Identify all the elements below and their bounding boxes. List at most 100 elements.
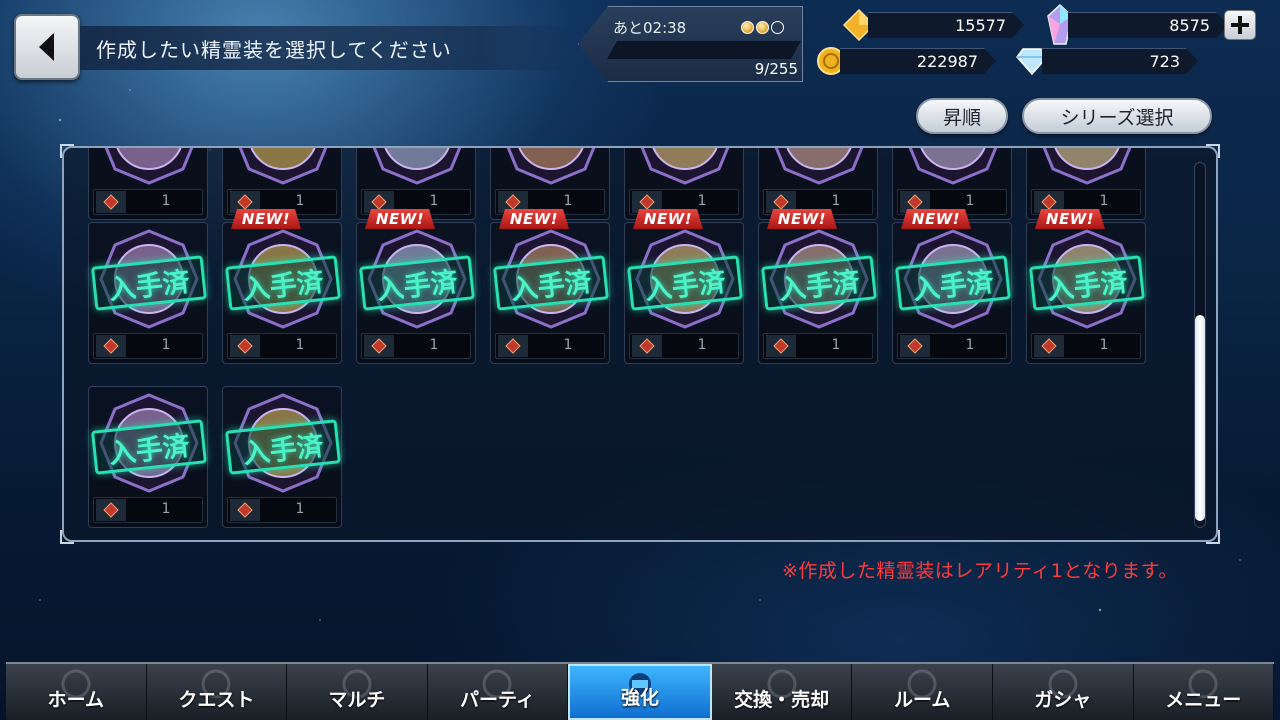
quantity-value: 1 — [429, 193, 439, 209]
material-gem-icon — [96, 335, 126, 357]
quantity-field: 1 — [361, 333, 471, 359]
spirit-gear-art-icon — [908, 148, 998, 185]
spirit-gear-card[interactable]: 入手済 NEW! 1 — [356, 222, 476, 364]
spirit-gear-card[interactable]: 1 — [758, 148, 878, 220]
material-gem-icon — [96, 191, 126, 213]
new-badge: NEW! — [365, 209, 435, 229]
spirit-gear-card[interactable]: 1 — [222, 148, 342, 220]
quantity-field: 1 — [1031, 333, 1141, 359]
nav-label: ホーム — [47, 689, 104, 711]
material-gem-icon — [498, 335, 528, 357]
spirit-gear-art-icon — [506, 148, 596, 185]
quantity-field: 1 — [897, 333, 1007, 359]
back-button[interactable] — [14, 14, 80, 80]
quantity-value: 1 — [563, 193, 573, 209]
material-gem-icon — [766, 335, 796, 357]
bottom-navigation: ホーム クエスト マルチ パーティ 強化 交換・売却 ルーム ガシャ メニュー — [6, 662, 1275, 720]
spirit-gear-card[interactable]: 入手済 NEW! 1 — [222, 222, 342, 364]
series-select-button[interactable]: シリーズ選択 — [1022, 98, 1212, 134]
spirit-gear-card[interactable]: 入手済 1 — [222, 386, 342, 528]
spirit-gear-card[interactable]: 1 — [88, 148, 208, 220]
nav-exchange-sell[interactable]: 交換・売却 — [712, 664, 853, 720]
item-grid: 1 1 1 1 1 1 1 1 入手済 1 入手済 NEW! 1 入手済 NEW! 1 入手済 NEW! 1 入手済 N… — [64, 148, 1216, 540]
new-badge: NEW! — [901, 209, 971, 229]
material-gem-icon — [364, 335, 394, 357]
spirit-gear-art-icon — [104, 148, 194, 185]
quantity-value: 1 — [831, 337, 841, 353]
spirit-gear-card[interactable]: 入手済 1 — [88, 222, 208, 364]
spirit-gear-card[interactable]: 入手済 NEW! 1 — [1026, 222, 1146, 364]
spirit-gear-card[interactable]: 1 — [624, 148, 744, 220]
nav-home[interactable]: ホーム — [6, 664, 147, 720]
nav-label: マルチ — [328, 689, 386, 711]
material-gem-icon — [632, 335, 662, 357]
quantity-value: 1 — [295, 501, 305, 517]
nav-label: ガシャ — [1034, 689, 1092, 711]
quantity-value: 1 — [965, 337, 975, 353]
spirit-gear-card[interactable]: 1 — [356, 148, 476, 220]
new-badge: NEW! — [499, 209, 569, 229]
spirit-gear-card[interactable]: 1 — [892, 148, 1012, 220]
quantity-value: 1 — [1099, 193, 1109, 209]
plus-icon — [1231, 16, 1249, 34]
new-badge: NEW! — [231, 209, 301, 229]
quantity-value: 1 — [965, 193, 975, 209]
quantity-field: 1 — [495, 333, 605, 359]
quantity-field: 1 — [629, 333, 739, 359]
material-gem-icon — [96, 499, 126, 521]
quantity-value: 1 — [563, 337, 573, 353]
spirit-gear-art-icon — [774, 148, 864, 185]
item-grid-panel[interactable]: 1 1 1 1 1 1 1 1 入手済 1 入手済 NEW! 1 入手済 NEW! 1 入手済 NEW! 1 入手済 N… — [62, 146, 1218, 542]
rainbow-crystal-count: 8575 — [1068, 12, 1228, 38]
panel-corner — [1206, 530, 1220, 544]
orb-icon — [771, 21, 784, 34]
panel-corner — [60, 530, 74, 544]
quantity-value: 1 — [295, 337, 305, 353]
nav-gacha[interactable]: ガシャ — [993, 664, 1134, 720]
nav-label: パーティ — [460, 689, 535, 711]
stamina-bar — [607, 41, 801, 59]
spirit-gear-card[interactable]: 入手済 NEW! 1 — [758, 222, 878, 364]
new-badge: NEW! — [633, 209, 703, 229]
gold-crystal-count: 15577 — [868, 12, 1024, 38]
nav-room[interactable]: ルーム — [852, 664, 993, 720]
new-badge: NEW! — [1035, 209, 1105, 229]
nav-enhance[interactable]: 強化 — [568, 664, 712, 720]
add-crystal-button[interactable] — [1224, 10, 1256, 40]
nav-quest[interactable]: クエスト — [147, 664, 288, 720]
spirit-gear-card[interactable]: 入手済 NEW! 1 — [624, 222, 744, 364]
panel-corner — [1206, 144, 1220, 158]
quantity-value: 1 — [295, 193, 305, 209]
orb-icon — [741, 21, 754, 34]
quantity-field: 1 — [93, 333, 203, 359]
quantity-field: 1 — [93, 189, 203, 215]
spirit-gear-art-icon — [1042, 148, 1132, 185]
spirit-gear-card[interactable]: 1 — [490, 148, 610, 220]
material-gem-icon — [900, 335, 930, 357]
nav-party[interactable]: パーティ — [428, 664, 569, 720]
rarity-note: ※作成した精霊装はレアリティ1となります。 — [782, 560, 1178, 582]
stamina-count: 9/255 — [754, 60, 798, 78]
scrollbar-thumb[interactable] — [1195, 315, 1205, 521]
spirit-gear-card[interactable]: 入手済 1 — [88, 386, 208, 528]
nav-menu[interactable]: メニュー — [1134, 664, 1275, 720]
quantity-value: 1 — [1099, 337, 1109, 353]
spirit-gear-card[interactable]: 入手済 NEW! 1 — [892, 222, 1012, 364]
new-badge: NEW! — [767, 209, 837, 229]
quantity-field: 1 — [93, 497, 203, 523]
nav-multi[interactable]: マルチ — [287, 664, 428, 720]
quantity-value: 1 — [161, 337, 171, 353]
spirit-gear-card[interactable]: 1 — [1026, 148, 1146, 220]
back-arrow-icon — [39, 33, 54, 61]
coin-count: 222987 — [840, 48, 996, 74]
spirit-gear-card[interactable]: 入手済 NEW! 1 — [490, 222, 610, 364]
sort-order-button[interactable]: 昇順 — [916, 98, 1008, 134]
orb-icon — [756, 21, 769, 34]
grid-scrollbar[interactable] — [1194, 162, 1206, 528]
nav-label: クエスト — [178, 689, 255, 711]
stamina-panel: あと02:38 9/255 — [578, 6, 803, 82]
quantity-value: 1 — [697, 193, 707, 209]
stamina-timer: あと02:38 — [613, 19, 687, 37]
spirit-gear-art-icon — [372, 148, 462, 185]
material-gem-icon — [230, 335, 260, 357]
